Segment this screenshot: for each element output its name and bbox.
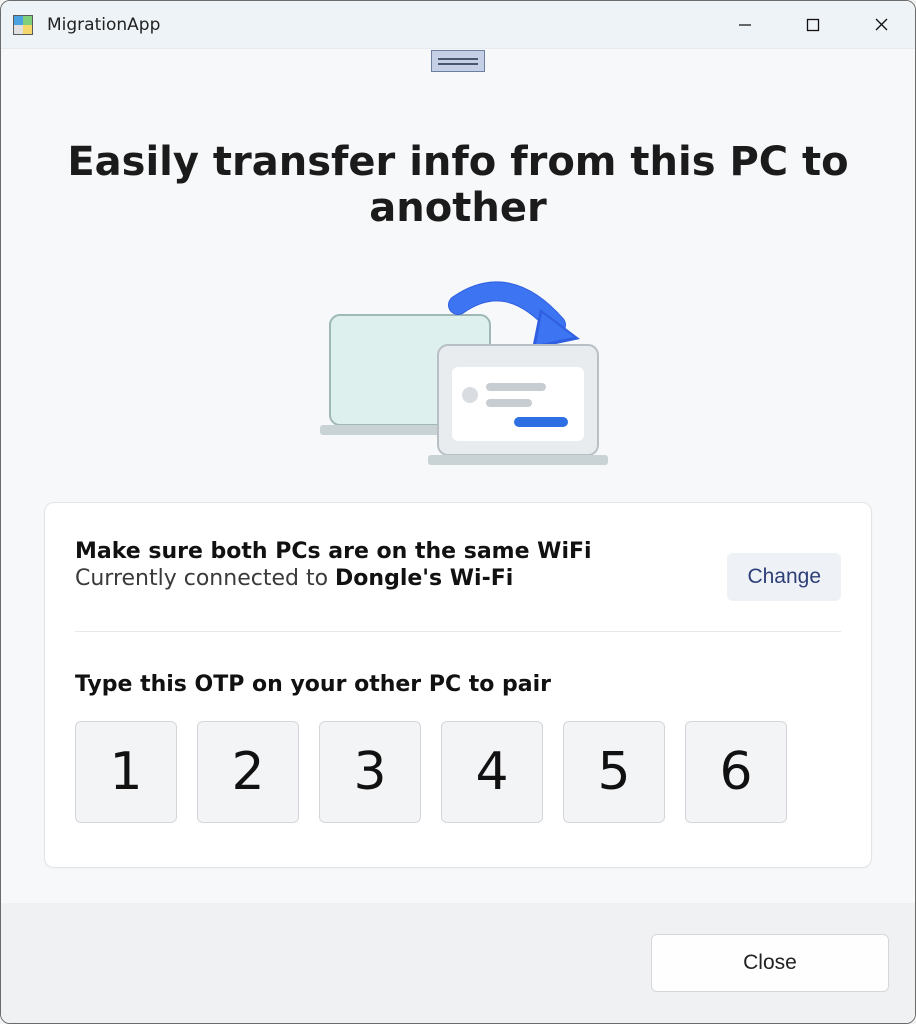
otp-heading: Type this OTP on your other PC to pair [75,672,841,697]
maximize-button[interactable] [779,1,847,48]
wifi-heading: Make sure both PCs are on the same WiFi [75,539,707,564]
otp-digit-3: 3 [319,721,421,823]
footer: Close [1,903,915,1023]
titlebar: MigrationApp [1,1,915,49]
otp-digit-1: 1 [75,721,177,823]
wifi-network-name: Dongle's Wi-Fi [335,566,513,591]
wifi-status-prefix: Currently connected to [75,566,335,591]
minimize-button[interactable] [711,1,779,48]
otp-digit-2: 2 [197,721,299,823]
otp-digit-4: 4 [441,721,543,823]
page-title: Easily transfer info from this PC to ano… [1,139,915,231]
wifi-row: Make sure both PCs are on the same WiFi … [75,539,841,601]
otp-digit-6: 6 [685,721,787,823]
close-icon [874,17,889,32]
close-window-button[interactable] [847,1,915,48]
app-title: MigrationApp [47,15,160,35]
transfer-illustration [308,275,608,474]
close-button[interactable]: Close [651,934,889,992]
app-icon [13,15,33,35]
maximize-icon [806,18,820,32]
content-area: Easily transfer info from this PC to ano… [1,49,915,903]
pairing-card: Make sure both PCs are on the same WiFi … [44,502,872,868]
divider [75,631,841,632]
grip-handle [431,50,485,72]
change-wifi-button[interactable]: Change [727,553,841,601]
otp-row: 1 2 3 4 5 6 [75,721,841,823]
minimize-icon [738,18,752,32]
window-controls [711,1,915,48]
otp-digit-5: 5 [563,721,665,823]
app-window: MigrationApp Easily transfer info from t… [0,0,916,1024]
wifi-status: Currently connected to Dongle's Wi-Fi [75,566,707,591]
